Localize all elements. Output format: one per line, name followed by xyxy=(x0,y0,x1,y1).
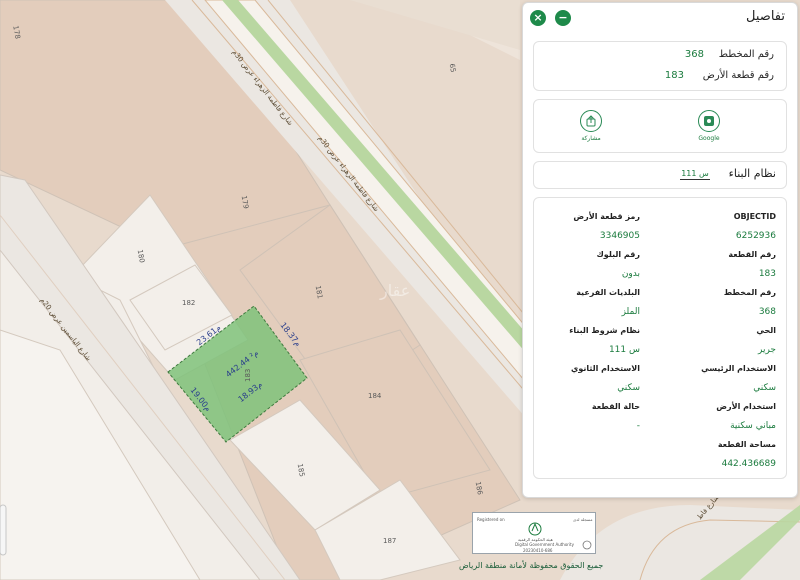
parcel-number-184: 184 xyxy=(368,392,382,400)
google-action[interactable]: Google xyxy=(684,110,734,142)
parcel-number-183: 183 xyxy=(244,369,252,382)
attr-district-value: جرير xyxy=(758,345,776,355)
summary-parcel-row: رقم قطعة الأرض 183 xyxy=(546,70,774,86)
building-system-box: نظام البناء س 111 xyxy=(533,161,787,189)
attr-district-label: الحي xyxy=(756,326,776,335)
attr-plan-value: 368 xyxy=(758,307,776,317)
attr-land-use-value: مباني سكنية xyxy=(730,421,776,431)
attr-parcel-code-value: 3346905 xyxy=(599,231,640,241)
attr-sec-use-value: سكني xyxy=(617,383,640,393)
attr-status-value: - xyxy=(636,421,640,431)
building-system-value: س 111 xyxy=(680,169,710,180)
attr-area-label: مساحة القطعة xyxy=(717,440,776,449)
panel-header: تفاصيل − × xyxy=(523,7,797,31)
parcel-number-187: 187 xyxy=(383,537,396,545)
share-icon xyxy=(580,110,602,132)
map-icon xyxy=(698,110,720,132)
logo-issued-text: مسجلة لدى xyxy=(573,517,592,522)
attr-objectid-value: 6252936 xyxy=(735,231,776,241)
google-label: Google xyxy=(698,135,720,142)
attr-conditions-value: س 111 xyxy=(608,345,640,355)
registration-logo-box: Registered on مسجلة لدى هيئة الحكومة الر… xyxy=(472,512,596,554)
watermark: عقار xyxy=(379,281,410,301)
copyright-text: جميع الحقوق محفوظة لأمانة منطقة الرياض xyxy=(459,561,604,570)
attr-area-value: 442.436689 xyxy=(721,459,776,469)
parcel-number-65: 65 xyxy=(448,63,457,73)
summary-plan-row: رقم المخطط 368 xyxy=(546,49,774,65)
summary-parcel-label: رقم قطعة الأرض xyxy=(702,70,774,81)
summary-box: رقم المخطط 368 رقم قطعة الأرض 183 xyxy=(533,41,787,91)
share-label: مشاركة xyxy=(581,135,601,142)
logo-badge-icon xyxy=(582,540,592,550)
summary-plan-value: 368 xyxy=(684,49,704,60)
attr-sec-use-label: الاستخدام الثانوي xyxy=(571,364,640,373)
logo-name-en: Digital Government Authority xyxy=(515,542,575,547)
summary-parcel-value: 183 xyxy=(664,70,684,81)
attr-parcel-no-label: رقم القطعة xyxy=(728,250,776,259)
attr-main-use-value: سكني xyxy=(753,383,776,393)
map-edge-handle xyxy=(0,504,7,556)
attr-plan-label: رقم المخطط xyxy=(723,288,776,297)
building-system-label: نظام البناء xyxy=(728,167,776,180)
attr-sub-muni-label: البلديات الفرعية xyxy=(576,288,640,297)
logo-code: 20230410-686 xyxy=(523,548,553,553)
summary-plan-label: رقم المخطط xyxy=(718,49,774,60)
details-panel: تفاصيل − × رقم المخطط 368 رقم قطعة الأرض… xyxy=(522,2,798,498)
attr-parcel-code-label: رمز قطعة الأرض xyxy=(573,212,640,221)
attr-objectid-label: OBJECTID xyxy=(733,212,776,221)
logo-registered-text: Registered on xyxy=(477,517,505,522)
parcel-number-182: 182 xyxy=(182,299,195,307)
share-action[interactable]: مشاركة xyxy=(566,110,616,142)
actions-box: Google مشاركة xyxy=(533,99,787,153)
attr-land-use-label: استخدام الأرض xyxy=(716,402,776,411)
minimize-button[interactable]: − xyxy=(555,10,571,26)
panel-title: تفاصيل xyxy=(746,9,785,24)
attr-block-label: رقم البلوك xyxy=(596,250,640,259)
attr-parcel-no-value: 183 xyxy=(758,269,776,279)
attr-status-label: حالة القطعة xyxy=(591,402,640,411)
attr-block-value: بدون xyxy=(621,269,640,279)
attr-main-use-label: الاستخدام الرئيسي xyxy=(701,364,776,373)
attr-conditions-label: نظام شروط البناء xyxy=(569,326,640,335)
attr-sub-muni-value: الملز xyxy=(621,307,640,317)
attributes-box: OBJECTID 6252936 رمز قطعة الأرض 3346905 … xyxy=(533,197,787,479)
close-button[interactable]: × xyxy=(530,10,546,26)
dga-logo: Registered on مسجلة لدى هيئة الحكومة الر… xyxy=(477,517,592,553)
